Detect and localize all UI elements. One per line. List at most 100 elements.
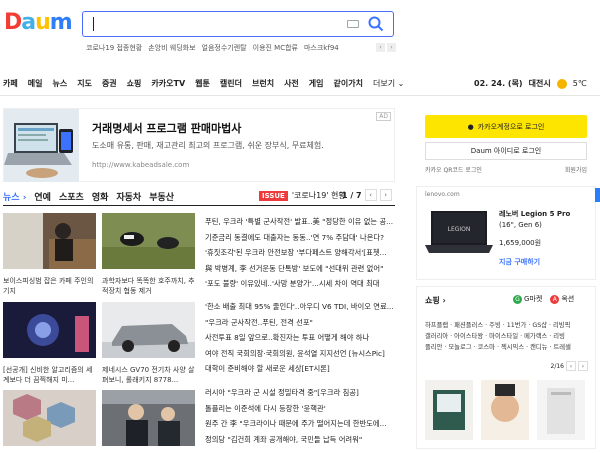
nav-item-map[interactable]: 지도 [77, 78, 92, 89]
headline-item[interactable]: 톨플리는 이준석에 다시 등장한 '윤핵관' [205, 401, 395, 417]
ad-title[interactable]: 거래명세서 프로그램 판매마법사 [92, 120, 241, 136]
headline-item[interactable]: 러시아 "우크라 군 시설 정밀타격 중"[우크라 침공] [205, 385, 395, 401]
headline-item[interactable]: 여야 전직 국회의장·국회의원, 윤석열 지지선언 [뉴시스Pic] [205, 346, 395, 362]
news-image [102, 390, 195, 446]
daum-login-button[interactable]: Daum 아이디로 로그인 [425, 142, 587, 160]
lenovo-product-name: 레노버 Legion 5 Pro (16", Gen 6) [499, 209, 570, 231]
shopping-box: 쇼핑 › G G마켓 A 옥션 하프플랩 · 패션플러스 · 주빙 · 11번가… [416, 286, 596, 449]
gmarket-link[interactable]: G G마켓 [513, 294, 542, 304]
trending-keywords: 코로나19 접종현황 손앙비 웨딩화보 얼음정수기렌탈 이용진 MC합류 마스크… [86, 43, 339, 53]
prev-arrow-icon[interactable]: ‹ [376, 43, 385, 52]
headline-list-1: 푸틴, 우크라 '특별 군사작전' 발표..美 "정당한 이유 없는 공... … [205, 214, 395, 292]
trending-item[interactable]: 마스크kf94 [304, 43, 339, 53]
search-icon[interactable] [367, 15, 385, 33]
news-caption: 제네시스 GV70 전기차 사양 살펴보니, 롤래키지 8778... [102, 366, 195, 384]
text-caret [93, 17, 94, 31]
trending-item[interactable]: 이용진 MC합류 [253, 43, 298, 53]
search-input[interactable] [91, 16, 331, 32]
logo-letter-m: m [49, 10, 73, 35]
lenovo-price: 1,659,000원 [499, 239, 542, 247]
sun-icon [556, 78, 567, 89]
tab-movie[interactable]: 영화 [92, 190, 109, 203]
shop-prev-button[interactable]: ‹ [566, 361, 576, 371]
tab-news[interactable]: 뉴스 › [3, 190, 26, 203]
news-caption: [선공개] 신비한 알고리즘의 세계보다 더 끔찍해지 미... [3, 366, 93, 384]
scroll-indicator[interactable] [595, 188, 600, 202]
lenovo-buy-link[interactable]: 지금 구매하기 [499, 257, 540, 267]
prev-page-button[interactable]: ‹ [364, 189, 377, 201]
news-card[interactable]: [선공개] 신비한 알고리즘의 세계보다 더 끔찍해지 미... [3, 302, 96, 385]
lenovo-ad[interactable]: lenovo.com LEGION 레노버 Legion 5 Pro (16",… [416, 186, 596, 280]
trending-item[interactable]: 코로나19 접종현황 [86, 43, 142, 53]
signup-link[interactable]: 회원가입 [565, 165, 587, 174]
headline-item[interactable]: 정의당 "김건희 계좌 공개해야, 국민들 납득 어려워" [205, 432, 395, 448]
news-card[interactable] [3, 390, 96, 453]
lenovo-name-line1: 레노버 Legion 5 Pro [499, 210, 571, 218]
trending-item[interactable]: 손앙비 웨딩화보 [148, 43, 195, 53]
shop-product-image [481, 380, 529, 440]
nav-item-cafe[interactable]: 카페 [3, 78, 18, 89]
headline-item[interactable]: 기준금리 동결에도 대출자는 동동..'연 7% 주담대' 나온다? [205, 230, 395, 246]
tab-realestate[interactable]: 부동산 [149, 190, 174, 203]
shop-next-button[interactable]: › [578, 361, 588, 371]
headline-item[interactable]: '한소 배출 최대 95% 줄인다'..아우디 V6 TDI, 바이오 연료..… [205, 299, 395, 315]
ad-url[interactable]: http://www.kabeadsale.com [92, 161, 189, 169]
headline-item[interactable]: 푸틴, 우크라 '특별 군사작전' 발표..美 "정당한 이유 없는 공... [205, 214, 395, 230]
issue-link[interactable]: ISSUE '코로나19' 현황 [259, 190, 346, 201]
shop-product-image [425, 380, 473, 440]
nav-item-stock[interactable]: 증권 [102, 78, 117, 89]
shop-links: 하프플랩 · 패션플러스 · 주빙 · 11번가 · GS샵 · 리빙픽 갤러리… [425, 320, 591, 353]
nav-item-together[interactable]: 같이가치 [334, 78, 363, 89]
gmarket-icon: G [513, 294, 522, 304]
keyboard-icon[interactable] [347, 20, 359, 28]
shopping-title[interactable]: 쇼핑 › [425, 295, 446, 306]
headline-item[interactable]: '포도 불량' 이유있네..'사망 분양가'...시세 차이 역대 최대 [205, 276, 395, 292]
tab-entertainment[interactable]: 연예 [34, 190, 51, 203]
nav-item-game[interactable]: 게임 [309, 78, 324, 89]
headline-item[interactable]: '휴짓조각'된 우크라 안전보장 '부다페스트 양해각서'[표쳇... [205, 245, 395, 261]
headline-item[interactable]: 사전투표 8일 앞으로..확진자는 투표 어떻게 해야 하나 [205, 330, 395, 346]
shop-pager: 2/16 ‹ › [551, 361, 588, 371]
laptop-image: LEGION [425, 211, 493, 253]
auction-link[interactable]: A 옥션 [550, 294, 574, 304]
headline-item[interactable]: 원주 간 李 "우크라이나 때문에 주가 떨어지는데 한반도에... [205, 416, 395, 432]
nav-item-calendar[interactable]: 캘린더 [220, 78, 242, 89]
city-label[interactable]: 대전시 [529, 78, 551, 89]
next-page-button[interactable]: › [379, 189, 392, 201]
nav-item-webtoon[interactable]: 웹툰 [195, 78, 210, 89]
shop-link-row[interactable]: 플리안 · 모놀로그 · 코스마 · 젝시믹스 · 캔디뉴 · 트레셀 [425, 342, 591, 353]
trending-item[interactable]: 얼음정수기렌탈 [202, 43, 247, 53]
login-subrow: 카카오 QR코드 로그인 회원가입 [425, 165, 587, 174]
nav-item-dictionary[interactable]: 사전 [284, 78, 299, 89]
headline-item[interactable]: "우크라 군사작전..푸틴, 전격 선포" [205, 315, 395, 331]
headline-list-3: 러시아 "우크라 군 시설 정밀타격 중"[우크라 침공] 톨플리는 이준석에 … [205, 385, 395, 447]
tab-car[interactable]: 자동차 [116, 190, 141, 203]
nav-item-brunch[interactable]: 브런치 [252, 78, 274, 89]
headline-item[interactable]: 대학이 준비해야 할 새로운 세상[ET시론] [205, 361, 395, 377]
shop-link-row[interactable]: 하프플랩 · 패션플러스 · 주빙 · 11번가 · GS샵 · 리빙픽 [425, 320, 591, 331]
news-card[interactable] [102, 390, 195, 453]
logo-letter-d: D [4, 10, 22, 35]
trending-arrows: ‹ › [376, 43, 396, 52]
kakao-login-button[interactable]: ● 카카오계정으로 로그인 [425, 115, 587, 138]
issue-text: '코로나19' 현황 [291, 191, 346, 200]
nav-item-mail[interactable]: 메일 [28, 78, 43, 89]
daum-logo[interactable]: D a u m [4, 10, 73, 36]
tab-sports[interactable]: 스포츠 [59, 190, 84, 203]
news-card[interactable]: 과학자보다 똑똑한 호주까치, 추적장치 협동 제거 [102, 213, 195, 296]
shop-link-row[interactable]: 갤러리아 · 아이스타왕 · 마이스타일 · 메가랙스 · 리빙 [425, 331, 591, 342]
nav-item-shopping[interactable]: 쇼핑 [127, 78, 142, 89]
nav-item-more[interactable]: 더보기 ⌄ [373, 78, 404, 89]
news-card[interactable]: 제네시스 GV70 전기차 사양 살펴보니, 롤래키지 8778... [102, 302, 195, 385]
qr-login-link[interactable]: 카카오 QR코드 로그인 [425, 165, 482, 174]
nav-item-news[interactable]: 뉴스 [52, 78, 67, 89]
gmarket-label: G마켓 [524, 295, 543, 303]
news-card[interactable]: 보이스피싱범 잡은 카페 주인의 기지 [3, 213, 96, 296]
ad-banner[interactable]: 거래명세서 프로그램 판매마법사 도소매 유통, 판매, 재고관리 최고의 프로… [3, 108, 395, 182]
headline-item[interactable]: 與 박병계, 李 선거운동 단톡방' 보도에 "선대위 관련 없어" [205, 261, 395, 277]
next-arrow-icon[interactable]: › [387, 43, 396, 52]
kakao-talk-icon: ● [467, 122, 474, 131]
news-tabs: 뉴스 › 연예 스포츠 영화 자동차 부동산 [3, 190, 174, 203]
nav-item-kakaotv[interactable]: 카카오TV [151, 78, 185, 89]
auction-icon: A [550, 294, 560, 304]
